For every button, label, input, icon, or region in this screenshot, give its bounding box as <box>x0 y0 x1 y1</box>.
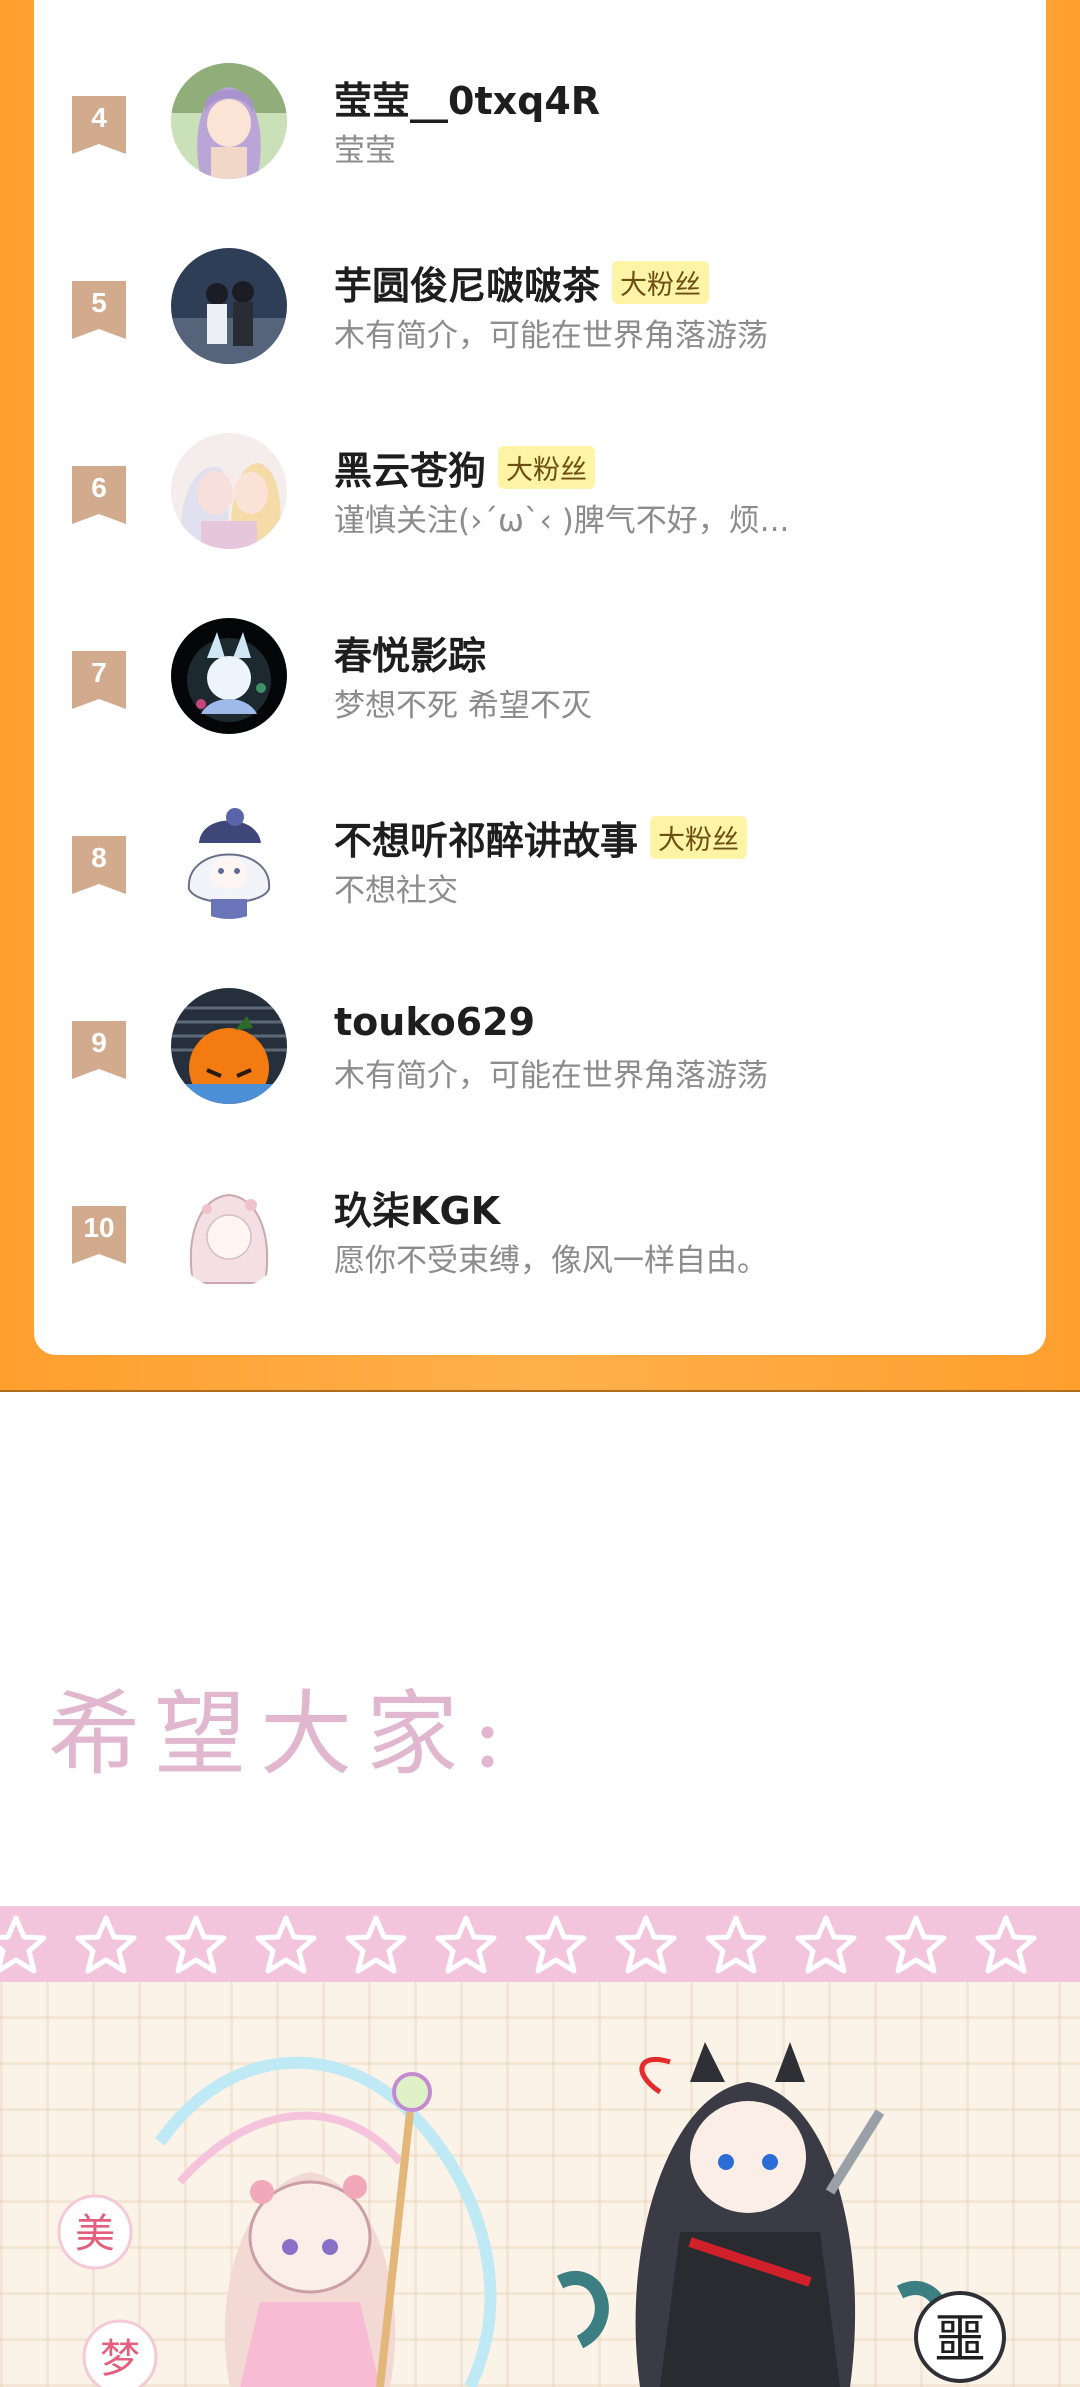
anime-couple-avatar-image <box>171 433 287 549</box>
user-name-line: 莹莹__0txq4R <box>334 71 600 123</box>
user-name[interactable]: 玖柒KGK <box>334 1180 500 1235</box>
rank-row-8[interactable]: 8 不想听祁醉讲故事 大粉丝 不想社交 <box>34 803 1046 963</box>
user-name-line: touko629 <box>334 996 535 1048</box>
rank-number: 9 <box>91 1027 107 1058</box>
user-name[interactable]: 黑云苍狗 <box>334 440 486 495</box>
comic-illustration-panel: 美 梦 噩 <box>0 1982 1080 2387</box>
user-avatar[interactable] <box>171 63 287 179</box>
illustration-char-meng: 梦 <box>100 2336 140 2382</box>
chibi-avatar-image <box>171 803 287 919</box>
user-avatar[interactable] <box>171 248 287 364</box>
user-name[interactable]: touko629 <box>334 1000 535 1044</box>
rank-number: 7 <box>91 657 107 688</box>
rank-row-5[interactable]: 5 芋圆俊尼啵啵茶 大粉丝 木有简介，可能在世界角落游荡 <box>34 248 1046 408</box>
rank-badge: 8 <box>72 836 126 894</box>
fan-ranking-card: 4 莹莹__0txq4R 莹莹 5 芋圆俊尼啵啵茶 大粉丝 木有简介，可能在世界… <box>34 0 1046 1355</box>
sketch-girl-avatar-image <box>171 1173 287 1289</box>
user-bio: 莹莹 <box>334 133 396 169</box>
fan-badge: 大粉丝 <box>498 445 596 489</box>
user-name-line: 不想听祁醉讲故事 大粉丝 <box>334 810 748 865</box>
rank-number: 6 <box>91 472 107 503</box>
user-name[interactable]: 芋圆俊尼啵啵茶 <box>334 255 600 310</box>
user-name-line: 玖柒KGK <box>334 1181 500 1233</box>
chibi-characters-illustration: 美 梦 噩 <box>57 2042 1006 2387</box>
fan-badge: 大粉丝 <box>612 260 710 304</box>
user-bio: 不想社交 <box>334 873 458 909</box>
user-avatar[interactable] <box>171 988 287 1104</box>
rank-row-4[interactable]: 4 莹莹__0txq4R 莹莹 <box>34 63 1046 223</box>
rank-row-9[interactable]: 9 touko629 木有简介，可能在世界角落游荡 <box>34 988 1046 1148</box>
rank-badge: 9 <box>72 1021 126 1079</box>
anime-girl-avatar-image <box>171 63 287 179</box>
rank-badge: 5 <box>72 281 126 339</box>
rank-row-6[interactable]: 6 黑云苍狗 大粉丝 谨慎关注(›´ω`‹ )脾气不好，烦... <box>34 433 1046 593</box>
fan-ranking-section: 4 莹莹__0txq4R 莹莹 5 芋圆俊尼啵啵茶 大粉丝 木有简介，可能在世界… <box>0 0 1080 1392</box>
fox-spirit-avatar-image <box>171 618 287 734</box>
user-bio: 木有简介，可能在世界角落游荡 <box>334 318 768 354</box>
rank-row-7[interactable]: 7 春悦影踪 梦想不死 希望不灭 <box>34 618 1046 778</box>
orange-fruit-avatar-image <box>171 988 287 1104</box>
rank-number: 10 <box>83 1212 115 1243</box>
rank-badge: 6 <box>72 466 126 524</box>
star-border-band <box>0 1906 1080 1982</box>
user-name-line: 春悦影踪 <box>334 626 486 678</box>
user-name[interactable]: 莹莹__0txq4R <box>334 70 600 125</box>
rank-badge: 7 <box>72 651 126 709</box>
rank-badge: 10 <box>72 1206 126 1264</box>
rank-row-10[interactable]: 10 玖柒KGK 愿你不受束缚，像风一样自由。 <box>34 1173 1046 1333</box>
user-avatar[interactable] <box>171 1173 287 1289</box>
rank-number: 5 <box>91 287 107 318</box>
couple-night-avatar-image <box>171 248 287 364</box>
rank-number: 8 <box>91 842 107 873</box>
user-bio: 愿你不受束缚，像风一样自由。 <box>334 1243 768 1279</box>
user-name-line: 黑云苍狗 大粉丝 <box>334 440 596 495</box>
user-bio: 梦想不死 希望不灭 <box>334 688 592 724</box>
hope-message-text: 希望大家: <box>48 1681 517 1788</box>
user-bio: 谨慎关注(›´ω`‹ )脾气不好，烦... <box>334 503 790 539</box>
user-avatar[interactable] <box>171 803 287 919</box>
user-bio: 木有简介，可能在世界角落游荡 <box>334 1058 768 1094</box>
user-name[interactable]: 不想听祁醉讲故事 <box>334 810 638 865</box>
rank-number: 4 <box>91 102 107 133</box>
star-row-icons <box>0 1906 1080 1982</box>
user-avatar[interactable] <box>171 618 287 734</box>
rank-badge: 4 <box>72 96 126 154</box>
illustration-char-e: 噩 <box>934 2310 986 2370</box>
illustration-char-mei: 美 <box>75 2211 115 2257</box>
fan-badge: 大粉丝 <box>650 815 748 859</box>
user-name-line: 芋圆俊尼啵啵茶 大粉丝 <box>334 255 710 310</box>
user-avatar[interactable] <box>171 433 287 549</box>
user-name[interactable]: 春悦影踪 <box>334 625 486 680</box>
